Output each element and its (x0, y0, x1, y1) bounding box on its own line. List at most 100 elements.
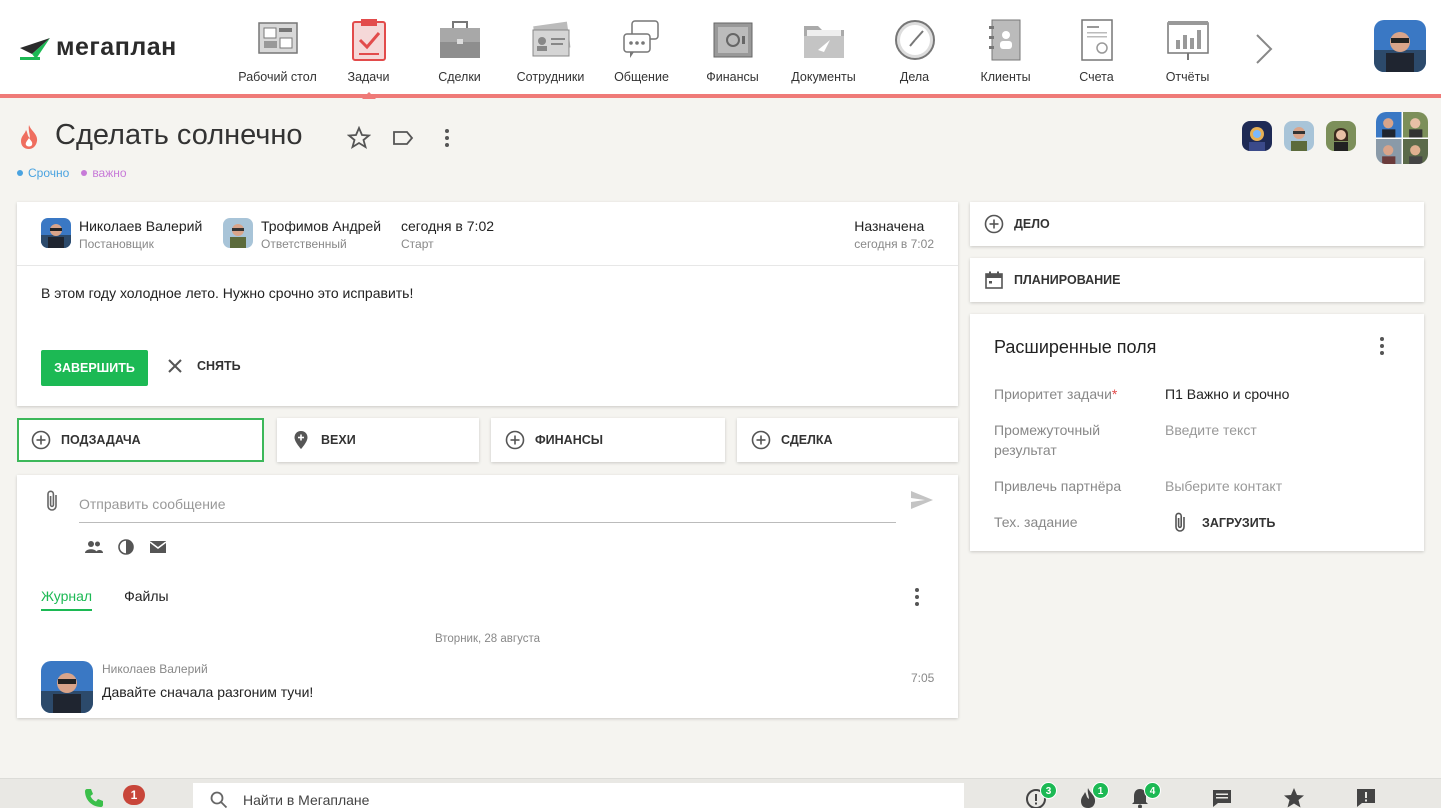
nav-item-affairs[interactable]: Дела (869, 14, 960, 98)
start-value: сегодня в 7:02 (401, 218, 495, 234)
attach-paperclip-icon[interactable] (43, 489, 61, 513)
nav-label-invoices: Счета (1079, 70, 1114, 84)
affair-label: ДЕЛО (1014, 217, 1050, 231)
planning-label: ПЛАНИРОВАНИЕ (1014, 273, 1121, 287)
tasks-clipboard-icon (351, 19, 386, 61)
folder-icon (803, 26, 844, 58)
journal-entry: Николаев Валерий Давайте сначала разгони… (41, 661, 313, 713)
chevron-right-icon[interactable] (1252, 32, 1276, 66)
page-title: Сделать солнечно (55, 119, 303, 151)
partner-label: Привлечь партнёра (994, 478, 1122, 494)
interim-result-label: Промежуточный результат (994, 420, 1100, 460)
plus-circle-icon (751, 430, 771, 450)
send-icon[interactable] (910, 490, 934, 510)
task-owner[interactable]: Николаев Валерий Постановщик (41, 218, 202, 251)
nav-label-communication: Общение (614, 70, 669, 84)
journal-tabs: Журнал Файлы (41, 588, 169, 611)
messages-icon[interactable] (1211, 787, 1233, 808)
nav-item-deals[interactable]: Сделки (414, 14, 505, 98)
more-vertical-icon[interactable] (909, 587, 925, 607)
extended-fields-title: Расширенные поля (994, 337, 1157, 357)
phone-icon[interactable] (83, 787, 105, 808)
label-tag-icon[interactable] (391, 126, 415, 150)
add-affair-button[interactable]: ДЕЛО (970, 202, 1424, 246)
date-separator: Вторник, 28 августа (434, 633, 540, 645)
priority-label: Приоритет задачи* (994, 384, 1117, 404)
participant-avatar[interactable] (1284, 121, 1314, 151)
nav-label-reports: Отчёты (1165, 70, 1210, 84)
nav-item-clients[interactable]: Клиенты (960, 14, 1051, 98)
priority-value[interactable]: П1 Важно и срочно (1165, 384, 1289, 404)
more-vertical-icon[interactable] (435, 126, 459, 150)
time-tracking-icon[interactable] (117, 539, 135, 555)
contacts-book-icon (988, 19, 1020, 61)
responsible-name: Трофимов Андрей (261, 218, 382, 234)
deal-label: СДЕЛКА (781, 433, 833, 447)
nav-item-desktop[interactable]: Рабочий стол (232, 14, 323, 98)
logo-text: мегаплан (56, 32, 177, 61)
nav-label-employees: Сотрудники (516, 70, 585, 84)
bottom-bar: 1 3 1 4 (0, 778, 1441, 808)
avatar[interactable] (41, 661, 93, 713)
remove-button[interactable]: СНЯТЬ (167, 358, 241, 374)
logo[interactable]: мегаплан (18, 32, 177, 62)
favorite-star-icon[interactable] (346, 125, 372, 150)
remove-label: СНЯТЬ (197, 359, 241, 373)
add-milestone-button[interactable]: ВЕХИ (277, 418, 479, 462)
required-marker: * (1111, 386, 1118, 402)
add-finance-button[interactable]: ФИНАНСЫ (491, 418, 725, 462)
avatar-photo-icon (1376, 112, 1402, 138)
tab-journal[interactable]: Журнал (41, 588, 93, 611)
group-avatars[interactable] (1376, 112, 1428, 164)
nav-item-documents[interactable]: Документы (778, 14, 869, 98)
nav-item-reports[interactable]: Отчёты (1142, 14, 1233, 98)
tag-important[interactable]: важно (81, 166, 127, 180)
plus-circle-icon (984, 214, 1004, 234)
tag-urgent[interactable]: Срочно (17, 166, 69, 180)
nav-item-communication[interactable]: Общение (596, 14, 687, 98)
nav-label-affairs: Дела (899, 70, 930, 84)
briefcase-icon (439, 21, 480, 58)
partner-select[interactable]: Выберите контакт (1165, 476, 1282, 496)
email-icon[interactable] (149, 539, 167, 555)
user-avatar[interactable] (1374, 20, 1426, 72)
owner-name: Николаев Валерий (79, 218, 203, 234)
nav-item-invoices[interactable]: Счета (1051, 14, 1142, 98)
recipients-people-icon[interactable] (85, 539, 103, 555)
nav-item-tasks[interactable]: Задачи (323, 14, 414, 99)
message-input[interactable] (79, 485, 896, 523)
participant-avatar[interactable] (1326, 121, 1356, 151)
hot-fire-icon (21, 125, 38, 149)
add-deal-button[interactable]: СДЕЛКА (737, 418, 958, 462)
task-status[interactable]: Назначена сегодня в 7:02 (854, 218, 934, 251)
search-input[interactable] (243, 789, 943, 808)
complete-button[interactable]: ЗАВЕРШИТЬ (41, 350, 148, 386)
participant-avatar[interactable] (1242, 121, 1272, 151)
nav-item-employees[interactable]: Сотрудники (505, 14, 596, 98)
plus-circle-icon (505, 430, 525, 450)
tag-label: важно (92, 166, 127, 180)
task-start[interactable]: сегодня в 7:02 Старт (401, 218, 494, 251)
logo-mark-icon (20, 38, 50, 60)
task-people-row: Николаев Валерий Постановщик Трофимов Ан… (17, 202, 958, 266)
status-value: Назначена (854, 218, 925, 234)
search-icon (210, 791, 228, 808)
interim-result-field[interactable]: Введите текст (1165, 420, 1257, 440)
planning-button[interactable]: ПЛАНИРОВАНИЕ (970, 258, 1424, 302)
nav-item-finance[interactable]: Финансы (687, 14, 778, 98)
finance-label: ФИНАНСЫ (535, 433, 603, 447)
notifications-badge: 4 (1144, 782, 1161, 799)
nav-label-clients: Клиенты (980, 70, 1031, 84)
favorites-star-icon[interactable] (1283, 787, 1305, 808)
more-vertical-icon[interactable] (1374, 336, 1390, 356)
task-responsible[interactable]: Трофимов Андрей Ответственный (223, 218, 381, 251)
participants-list (1242, 121, 1356, 151)
calendar-icon (985, 271, 1003, 289)
calls-badge[interactable]: 1 (123, 785, 145, 805)
entry-author[interactable]: Николаев Валерий (102, 662, 313, 676)
tab-files[interactable]: Файлы (124, 588, 168, 611)
feedback-icon[interactable] (1355, 787, 1377, 808)
add-subtask-button[interactable]: ПОДЗАДАЧА (17, 418, 264, 462)
invoice-icon (1080, 19, 1113, 61)
upload-button[interactable]: ЗАГРУЗИТЬ (1172, 512, 1275, 534)
